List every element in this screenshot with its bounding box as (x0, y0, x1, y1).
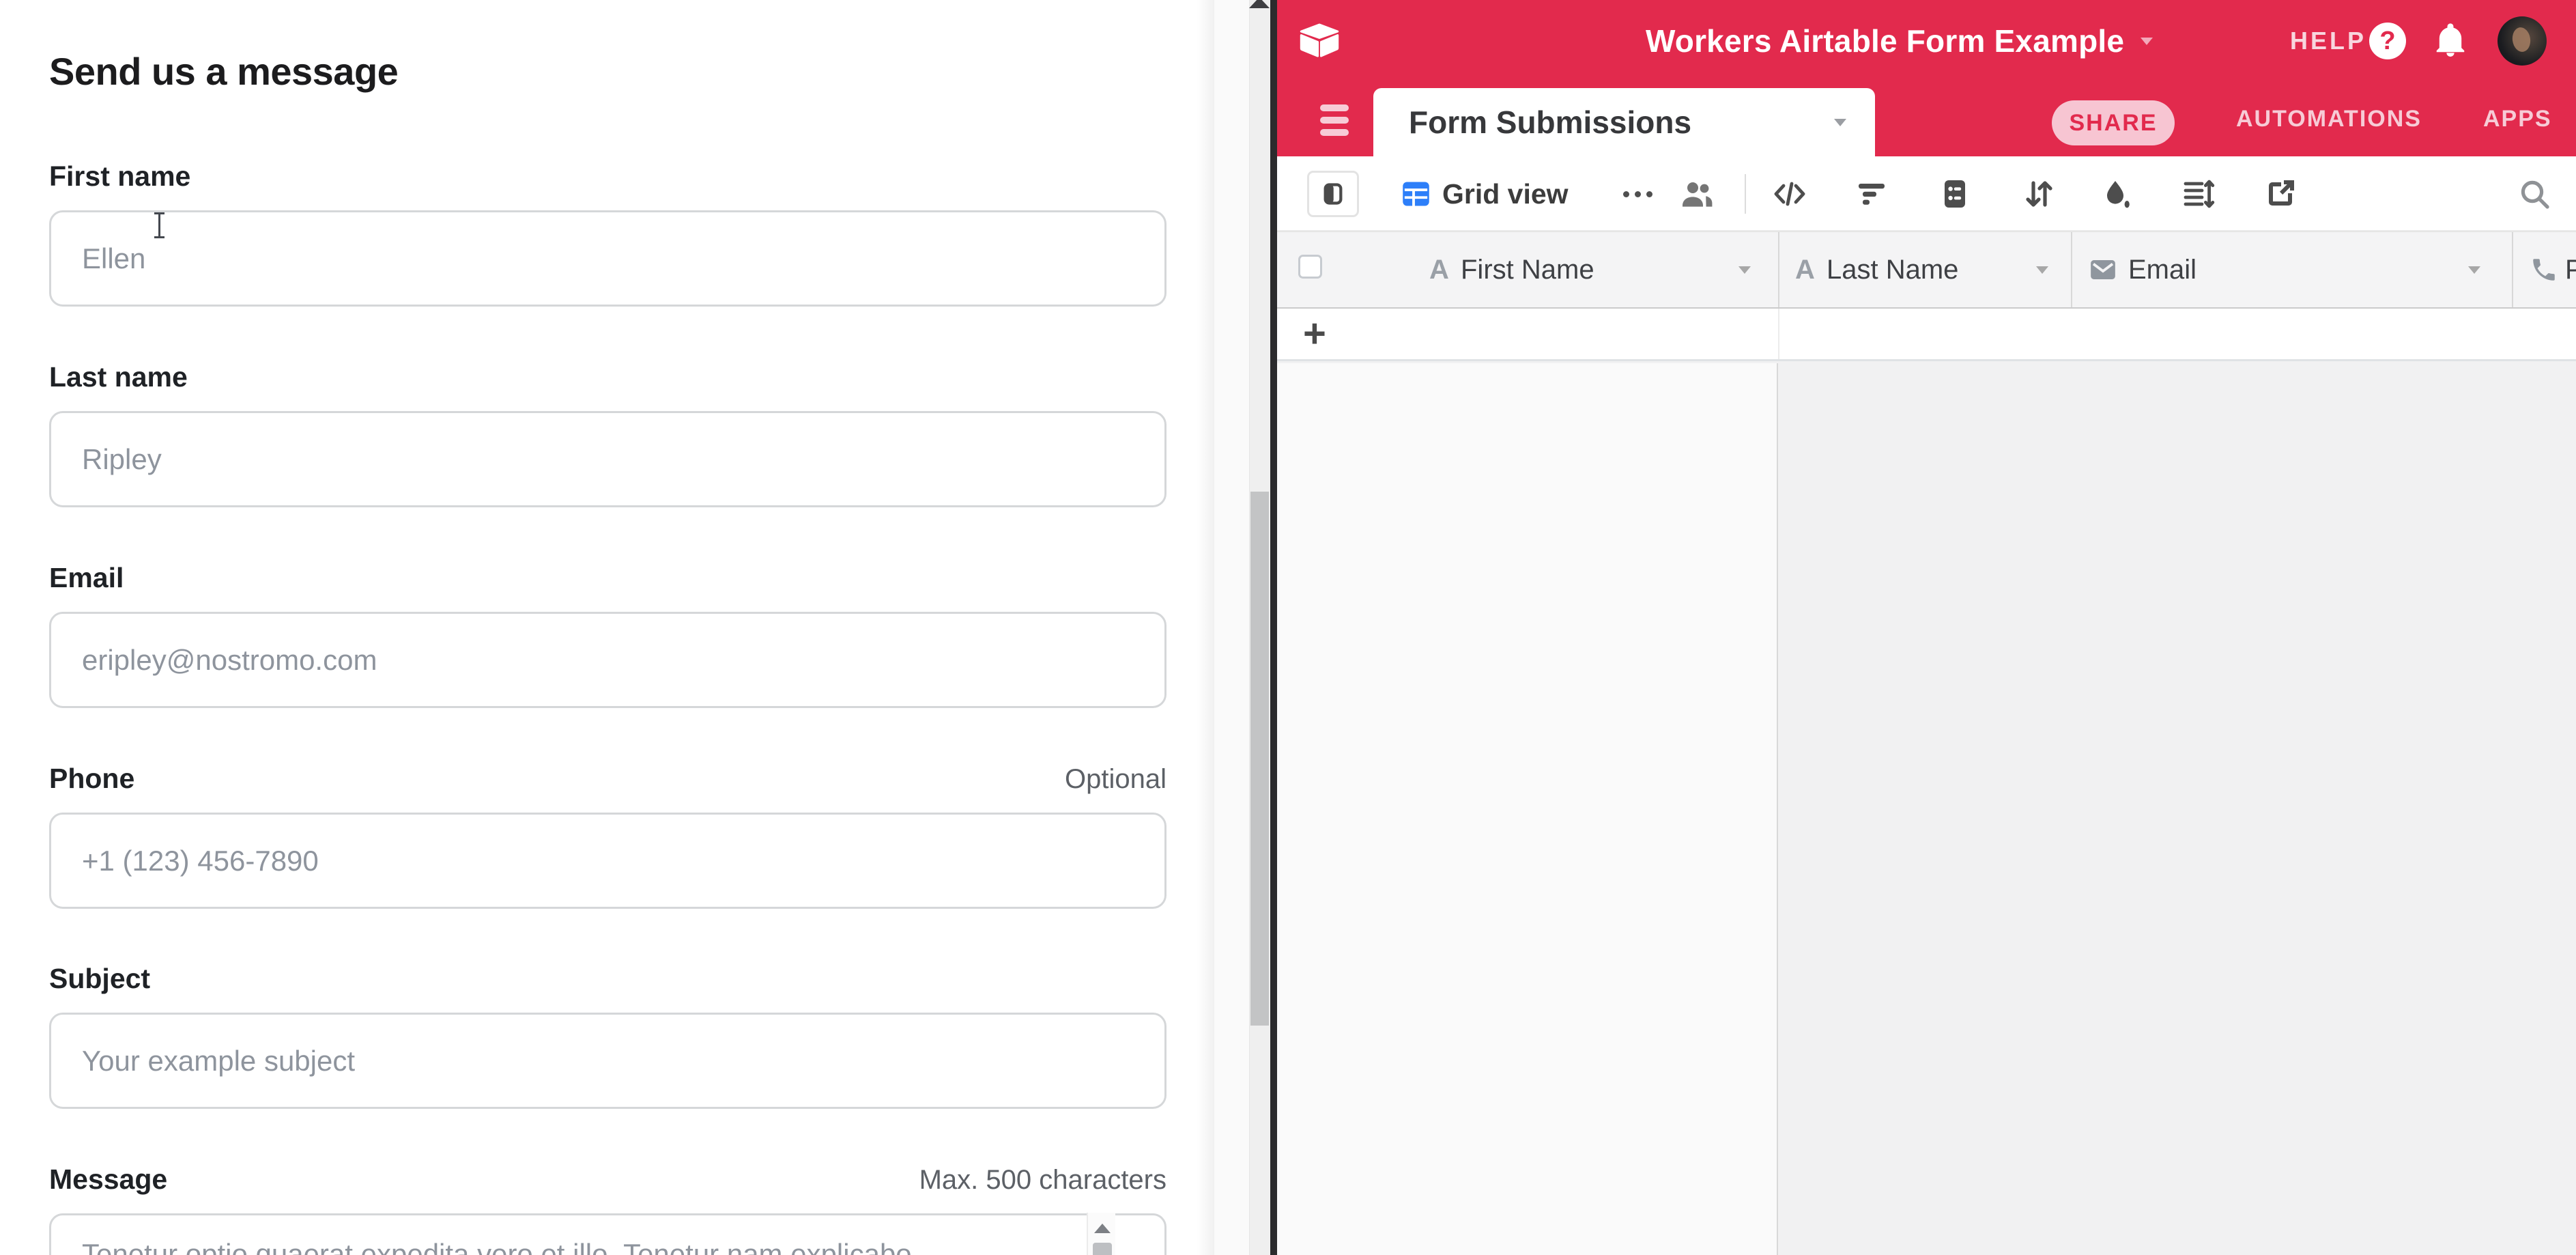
field-group-message: Message Max. 500 characters (49, 1164, 1167, 1255)
last-name-input[interactable] (49, 411, 1167, 507)
email-field-type-icon (2089, 255, 2117, 284)
column-separator[interactable] (2512, 232, 2513, 307)
toolbar-divider (1745, 174, 1746, 214)
field-group-email: Email (49, 562, 1167, 708)
phone-input[interactable] (49, 813, 1167, 909)
view-sidebar-toggle-button[interactable] (1307, 171, 1359, 217)
phone-label: Phone (49, 763, 1167, 795)
text-cursor (152, 212, 167, 239)
collaborators-icon[interactable] (1680, 178, 1713, 210)
automations-label: AUTOMATIONS (2236, 106, 2422, 132)
subject-label: Subject (49, 963, 1167, 995)
last-name-label: Last name (49, 361, 1167, 393)
field-group-first-name: First name (49, 160, 1167, 307)
window-divider (1270, 0, 1277, 1255)
search-icon[interactable] (2518, 178, 2551, 210)
share-button[interactable]: SHARE (2052, 100, 2175, 145)
hide-fields-icon[interactable] (1938, 178, 1971, 210)
grid-body-first-column-zone[interactable] (1277, 363, 1778, 1255)
column-header-phone[interactable]: Phone (2565, 232, 2576, 307)
user-avatar[interactable] (2498, 16, 2547, 66)
message-textarea[interactable] (49, 1213, 1167, 1255)
airtable-window: Workers Airtable Form Example HELP ? For… (1277, 0, 2576, 1255)
column-separator[interactable] (1778, 232, 1779, 307)
help-question-icon[interactable]: ? (2369, 23, 2406, 59)
field-group-subject: Subject (49, 963, 1167, 1109)
help-button[interactable]: HELP (2290, 0, 2366, 82)
share-view-icon[interactable] (2264, 178, 2297, 210)
base-title[interactable]: Workers Airtable Form Example (1646, 0, 2153, 82)
first-name-label: First name (49, 160, 1167, 193)
record-color-icon[interactable] (2100, 178, 2133, 210)
airtable-logo-icon[interactable] (1298, 17, 1341, 65)
share-button-label: SHARE (2069, 110, 2157, 137)
column-header-last-name[interactable]: Last Name (1827, 232, 1958, 307)
airtable-topbar: Workers Airtable Form Example HELP ? (1277, 0, 2576, 82)
notifications-bell-icon[interactable] (2432, 23, 2469, 59)
add-record-row[interactable]: + (1277, 309, 2576, 361)
table-tab-caret-icon (1834, 119, 1846, 126)
base-title-text: Workers Airtable Form Example (1646, 23, 2124, 59)
phone-field-type-icon (2530, 255, 2558, 284)
column-header-first-name[interactable]: First Name (1461, 232, 1594, 307)
phone-optional-note: Optional (1065, 764, 1167, 795)
chevron-down-icon (2141, 38, 2153, 45)
column-header-email[interactable]: Email (2128, 232, 2196, 307)
field-group-phone: Phone Optional (49, 763, 1167, 909)
apps-button[interactable]: APPS (2483, 82, 2552, 156)
api-code-icon[interactable] (1773, 178, 1806, 210)
email-input[interactable] (49, 612, 1167, 708)
grid-view-icon[interactable] (1401, 180, 1431, 208)
sort-icon[interactable] (2022, 178, 2055, 210)
view-name-label[interactable]: Grid view (1442, 156, 1569, 231)
column-separator (1778, 309, 1779, 359)
grid-body[interactable] (1277, 363, 2576, 1255)
page-scrollbar-gutter (1214, 0, 1270, 1255)
split-screen: Send us a message First name Last name E… (0, 0, 2576, 1255)
hamburger-menu-icon[interactable] (1320, 104, 1349, 136)
apps-label: APPS (2483, 106, 2552, 132)
email-label: Email (49, 562, 1167, 594)
column-menu-caret-icon[interactable] (2468, 266, 2480, 274)
scroll-up-arrow-icon[interactable] (1094, 1224, 1111, 1233)
text-field-type-icon: A (1795, 232, 1815, 307)
select-all-checkbox[interactable] (1298, 255, 1322, 279)
table-tab-label: Form Submissions (1409, 104, 1691, 141)
grid-column-header-row: A First Name A Last Name Email Phone (1277, 231, 2576, 309)
view-toolbar: Grid view (1277, 156, 2576, 231)
column-menu-caret-icon[interactable] (2036, 266, 2048, 274)
field-group-last-name: Last name (49, 361, 1167, 507)
contact-form-page: Send us a message First name Last name E… (0, 0, 1214, 1255)
column-separator[interactable] (2071, 232, 2072, 307)
message-scrollbar-thumb[interactable] (1093, 1243, 1112, 1255)
scrollbar-up-arrow-icon[interactable] (1249, 0, 1270, 8)
text-field-type-icon: A (1429, 232, 1449, 307)
subject-input[interactable] (49, 1013, 1167, 1109)
automations-button[interactable]: AUTOMATIONS (2236, 82, 2422, 156)
column-menu-caret-icon[interactable] (1738, 266, 1751, 274)
form-heading: Send us a message (49, 49, 398, 94)
first-name-input[interactable] (49, 210, 1167, 307)
add-record-button[interactable]: + (1303, 307, 1326, 360)
message-max-note: Max. 500 characters (919, 1165, 1167, 1196)
view-options-menu-icon[interactable] (1623, 191, 1652, 197)
filter-icon[interactable] (1855, 178, 1888, 210)
message-scrollbar[interactable] (1087, 1213, 1115, 1255)
row-height-icon[interactable] (2182, 178, 2215, 210)
window-scrollbar-thumb[interactable] (1250, 492, 1269, 1026)
base-action-bar: Form Submissions SHARE AUTOMATIONS (1277, 82, 2576, 156)
table-tab-form-submissions[interactable]: Form Submissions (1373, 88, 1875, 156)
